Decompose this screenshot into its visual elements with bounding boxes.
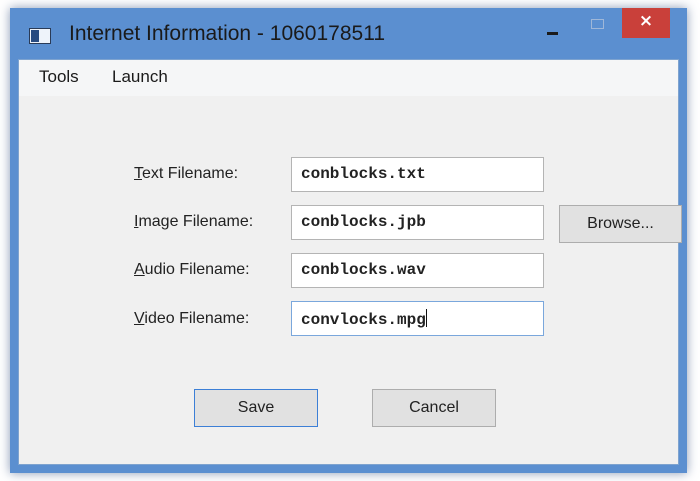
maximize-button[interactable] bbox=[583, 8, 612, 39]
image-filename-value: conblocks.jpb bbox=[301, 213, 426, 231]
title-bar[interactable]: Internet Information - 1060178511 × bbox=[10, 8, 687, 59]
close-icon: × bbox=[638, 11, 654, 31]
minimize-icon bbox=[547, 32, 558, 35]
client-area: Tools Launch Text Filename: conblocks.tx… bbox=[18, 59, 682, 465]
audio-filename-label: Audio Filename: bbox=[134, 261, 250, 279]
image-filename-label-text: mage Filename: bbox=[138, 213, 254, 230]
menu-tools[interactable]: Tools bbox=[39, 67, 79, 87]
audio-filename-input[interactable]: conblocks.wav bbox=[291, 253, 544, 288]
menu-launch[interactable]: Launch bbox=[112, 67, 168, 87]
image-filename-label: Image Filename: bbox=[134, 213, 253, 231]
text-filename-label-text: ext Filename: bbox=[142, 165, 239, 182]
app-window: Internet Information - 1060178511 × Tool… bbox=[10, 8, 687, 473]
audio-filename-mnemonic: A bbox=[134, 261, 145, 278]
browse-button[interactable]: Browse... bbox=[559, 205, 682, 243]
video-filename-input[interactable]: convlocks.mpg bbox=[291, 301, 544, 336]
video-filename-label: Video Filename: bbox=[134, 310, 249, 328]
menu-bar: Tools Launch bbox=[19, 60, 678, 96]
text-filename-input[interactable]: conblocks.txt bbox=[291, 157, 544, 192]
video-filename-label-text: ideo Filename: bbox=[144, 310, 250, 327]
window-title: Internet Information - 1060178511 bbox=[69, 22, 385, 45]
maximize-icon bbox=[591, 19, 604, 29]
window-icon[interactable] bbox=[29, 28, 51, 44]
text-filename-mnemonic: T bbox=[134, 165, 142, 182]
text-filename-label: Text Filename: bbox=[134, 165, 238, 183]
image-filename-input[interactable]: conblocks.jpb bbox=[291, 205, 544, 240]
minimize-button[interactable] bbox=[538, 8, 567, 39]
save-button[interactable]: Save bbox=[194, 389, 318, 427]
cancel-button[interactable]: Cancel bbox=[372, 389, 496, 427]
text-caret bbox=[425, 309, 427, 327]
audio-filename-value: conblocks.wav bbox=[301, 261, 426, 279]
video-filename-mnemonic: V bbox=[134, 310, 145, 327]
close-button[interactable]: × bbox=[622, 8, 670, 38]
text-filename-value: conblocks.txt bbox=[301, 165, 426, 183]
video-filename-value: convlocks.mpg bbox=[301, 311, 426, 329]
audio-filename-label-text: udio Filename: bbox=[144, 261, 250, 278]
